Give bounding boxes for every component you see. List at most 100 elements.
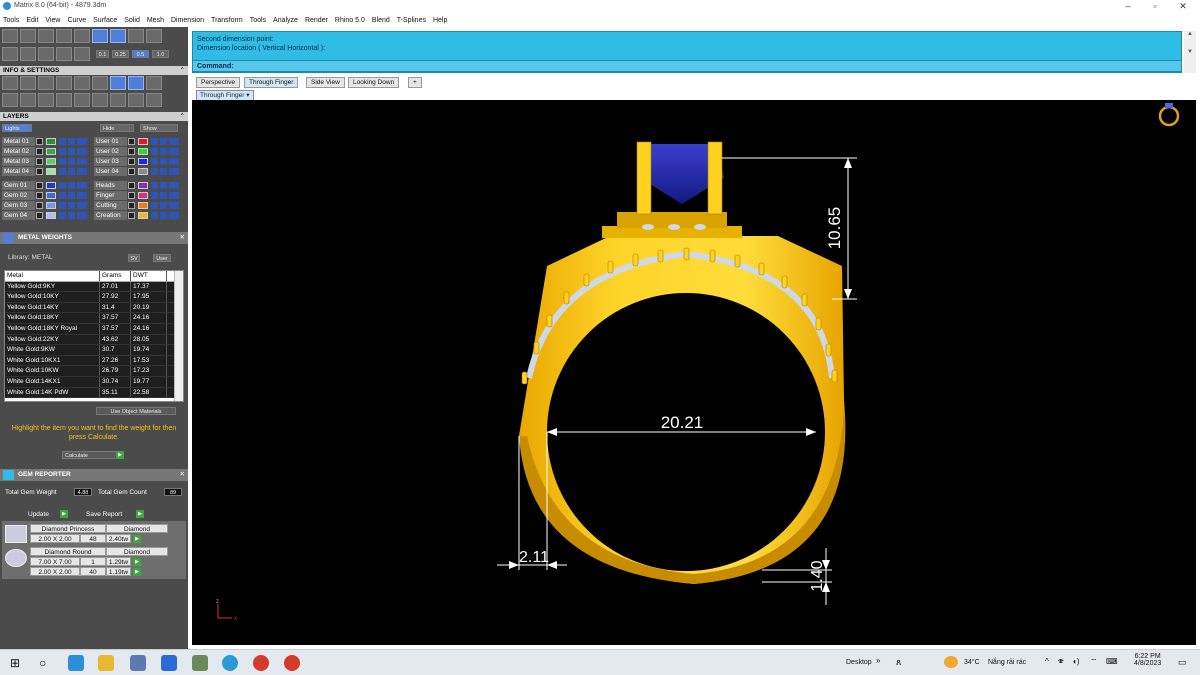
visibility-toggle[interactable] bbox=[128, 168, 135, 175]
menu-tsplines[interactable]: T-Splines bbox=[397, 17, 426, 24]
tool-button-icon[interactable] bbox=[38, 76, 54, 90]
table-row[interactable]: White Gold:10KX1 27.26 17.53 bbox=[5, 355, 183, 367]
visibility-toggle[interactable] bbox=[128, 138, 135, 145]
store-icon[interactable] bbox=[130, 655, 146, 671]
lock-icon[interactable] bbox=[151, 148, 158, 155]
maximize-button[interactable]: ▫ bbox=[1142, 0, 1168, 13]
layer-color-swatch[interactable] bbox=[138, 158, 148, 165]
menu-rhino[interactable]: Rhino 5.0 bbox=[335, 17, 365, 24]
layer-options-icon[interactable] bbox=[77, 182, 87, 189]
tab-looking-down[interactable]: Looking Down bbox=[348, 77, 400, 88]
snap-value-2[interactable]: 0.5 bbox=[132, 50, 149, 58]
tool-button-icon[interactable] bbox=[110, 29, 126, 43]
visibility-toggle[interactable] bbox=[36, 182, 43, 189]
layer-options-icon[interactable] bbox=[169, 148, 179, 155]
snap-value-0[interactable]: 0.1 bbox=[96, 50, 109, 58]
layer-color-swatch[interactable] bbox=[46, 202, 56, 209]
layer-row[interactable]: Gem 02 bbox=[2, 191, 92, 200]
tool-button-icon[interactable] bbox=[128, 29, 144, 43]
select-icon[interactable] bbox=[68, 182, 75, 189]
lock-icon[interactable] bbox=[151, 192, 158, 199]
update-play-icon[interactable]: ▶ bbox=[60, 510, 68, 518]
visibility-toggle[interactable] bbox=[128, 158, 135, 165]
matrix-app-icon[interactable] bbox=[222, 655, 238, 671]
layer-color-swatch[interactable] bbox=[138, 182, 148, 189]
select-icon[interactable] bbox=[160, 138, 167, 145]
hide-button[interactable]: Hide bbox=[100, 124, 134, 132]
lock-icon[interactable] bbox=[59, 148, 66, 155]
table-row[interactable]: Yellow Gold:18KY Royal 37.57 24.16 bbox=[5, 323, 183, 335]
update-button[interactable]: Update bbox=[28, 510, 49, 519]
close-icon[interactable]: ✕ bbox=[180, 469, 185, 481]
layer-options-icon[interactable] bbox=[169, 158, 179, 165]
layer-row[interactable]: Creation bbox=[94, 211, 184, 220]
layer-row[interactable]: Heads bbox=[94, 181, 184, 190]
snap-value-3[interactable]: 1.0 bbox=[152, 50, 169, 58]
tool-button-icon[interactable] bbox=[74, 47, 90, 61]
tool-button-icon[interactable] bbox=[2, 47, 18, 61]
tool-button-icon[interactable] bbox=[20, 93, 36, 107]
temperature[interactable]: 34°C bbox=[964, 659, 980, 666]
use-object-materials[interactable]: Use Object Materials bbox=[96, 407, 176, 415]
chrome-icon-2[interactable] bbox=[284, 655, 300, 671]
tool-button-icon[interactable] bbox=[38, 93, 54, 107]
table-row[interactable]: Yellow Gold:9KY 27.01 17.37 bbox=[5, 281, 183, 293]
chrome-icon[interactable] bbox=[253, 655, 269, 671]
mail-icon[interactable] bbox=[161, 655, 177, 671]
menu-solid[interactable]: Solid bbox=[124, 17, 140, 24]
menu-dimension[interactable]: Dimension bbox=[171, 17, 204, 24]
layer-row[interactable]: Metal 01 bbox=[2, 137, 92, 146]
lock-icon[interactable] bbox=[151, 168, 158, 175]
table-row[interactable]: White Gold:14K PdW 35.11 22.58 bbox=[5, 387, 183, 399]
snap-value-1[interactable]: 0.25 bbox=[112, 50, 129, 58]
layer-color-swatch[interactable] bbox=[138, 168, 148, 175]
layer-color-swatch[interactable] bbox=[138, 148, 148, 155]
layer-row[interactable]: User 03 bbox=[94, 157, 184, 166]
lock-icon[interactable] bbox=[151, 202, 158, 209]
layer-color-swatch[interactable] bbox=[46, 158, 56, 165]
tab-add[interactable]: + bbox=[408, 77, 422, 88]
lock-icon[interactable] bbox=[151, 212, 158, 219]
column-header[interactable]: DWT bbox=[131, 271, 167, 281]
layer-color-swatch[interactable] bbox=[138, 138, 148, 145]
tool-button-icon[interactable] bbox=[20, 29, 36, 43]
layer-options-icon[interactable] bbox=[77, 202, 87, 209]
layer-row[interactable]: Metal 03 bbox=[2, 157, 92, 166]
gem-select-icon[interactable]: ▶ bbox=[133, 558, 141, 566]
tool-button-icon[interactable] bbox=[2, 93, 18, 107]
tool-button-icon[interactable] bbox=[146, 76, 162, 90]
layer-color-swatch[interactable] bbox=[46, 212, 56, 219]
tool-button-icon[interactable] bbox=[74, 93, 90, 107]
visibility-toggle[interactable] bbox=[128, 148, 135, 155]
collapse-icon[interactable]: ⌃ bbox=[180, 66, 185, 75]
visibility-toggle[interactable] bbox=[36, 202, 43, 209]
viewport[interactable]: 10.65 20.21 2.11 1.40 z x bbox=[192, 100, 1196, 645]
layer-options-icon[interactable] bbox=[77, 138, 87, 145]
layer-color-swatch[interactable] bbox=[46, 148, 56, 155]
layer-row[interactable]: Gem 01 bbox=[2, 181, 92, 190]
windows-start-icon[interactable]: ⊞ bbox=[10, 656, 20, 670]
menu-mesh[interactable]: Mesh bbox=[147, 17, 164, 24]
menu-analyze[interactable]: Analyze bbox=[273, 17, 298, 24]
command-scrollbar[interactable]: ▲ ▼ bbox=[1184, 31, 1196, 73]
layer-color-swatch[interactable] bbox=[46, 168, 56, 175]
app-icon[interactable] bbox=[192, 655, 208, 671]
layer-options-icon[interactable] bbox=[169, 138, 179, 145]
layer-row[interactable]: Finger bbox=[94, 191, 184, 200]
column-header[interactable]: Grams bbox=[100, 271, 131, 281]
gem-select-icon[interactable]: ▶ bbox=[133, 535, 141, 543]
menu-edit[interactable]: Edit bbox=[26, 17, 38, 24]
menu-transform[interactable]: Transform bbox=[211, 17, 243, 24]
lock-icon[interactable] bbox=[151, 138, 158, 145]
tool-button-icon[interactable] bbox=[56, 29, 72, 43]
lock-icon[interactable] bbox=[59, 158, 66, 165]
lock-icon[interactable] bbox=[59, 192, 66, 199]
network-icon[interactable]: 🕾 bbox=[1058, 657, 1064, 667]
tool-button-icon[interactable] bbox=[74, 29, 90, 43]
layer-row[interactable]: Gem 03 bbox=[2, 201, 92, 210]
table-scrollbar[interactable] bbox=[174, 271, 183, 401]
visibility-toggle[interactable] bbox=[128, 202, 135, 209]
layer-options-icon[interactable] bbox=[77, 148, 87, 155]
visibility-toggle[interactable] bbox=[36, 158, 43, 165]
select-icon[interactable] bbox=[160, 148, 167, 155]
